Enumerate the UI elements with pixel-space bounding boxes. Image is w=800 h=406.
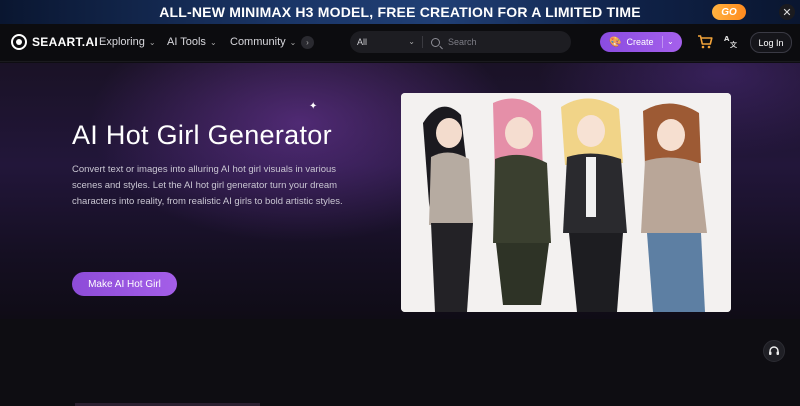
page-title: AI Hot Girl Generator	[72, 120, 332, 150]
chevron-down-icon: ⌄	[209, 37, 217, 47]
search-category-value: All	[357, 37, 368, 47]
svg-text:文: 文	[730, 40, 738, 48]
nav-item-label: AI Tools	[167, 36, 206, 48]
divider	[662, 36, 663, 48]
chevron-down-icon: ⌄	[408, 37, 415, 46]
hero-section: ✦ AI Hot Girl Generator Convert text or …	[0, 63, 800, 319]
nav-item-label: Community	[230, 36, 286, 48]
hero-description: Convert text or images into alluring AI …	[72, 164, 343, 207]
chevron-right-icon[interactable]: ›	[301, 36, 314, 49]
search-category-select[interactable]: All ⌄	[350, 37, 422, 47]
create-label: Create	[626, 37, 654, 47]
close-icon[interactable]: ✕	[779, 4, 795, 20]
chevron-down-icon[interactable]: ⌄	[667, 37, 674, 46]
search-icon	[431, 37, 440, 47]
search-bar: All ⌄	[350, 31, 571, 53]
promo-go-button[interactable]: GO	[712, 4, 746, 20]
nav-item-community[interactable]: Community ⌄	[230, 36, 296, 48]
chevron-down-icon: ⌄	[289, 37, 297, 47]
palette-icon: 🎨	[609, 36, 622, 48]
nav-item-label: Exploring	[99, 36, 145, 48]
sparkle-icon: ✦	[309, 101, 318, 112]
chevron-down-icon: ⌄	[148, 37, 156, 47]
divider	[422, 36, 423, 48]
translate-icon[interactable]: A文	[724, 34, 738, 51]
headset-icon[interactable]	[763, 340, 785, 362]
logo[interactable]: SEAART.AI	[11, 34, 98, 50]
promo-banner[interactable]: ALL-NEW MINIMAX H3 MODEL, FREE CREATION …	[0, 0, 800, 24]
create-button[interactable]: 🎨 Create ⌄	[600, 32, 682, 52]
login-button[interactable]: Log In	[750, 32, 792, 53]
top-nav: SEAART.AI Exploring ⌄ AI Tools ⌄ Communi…	[0, 24, 800, 62]
hero-image	[401, 93, 731, 312]
search-input[interactable]	[448, 37, 568, 47]
promo-text: ALL-NEW MINIMAX H3 MODEL, FREE CREATION …	[159, 4, 641, 20]
make-ai-hot-girl-button[interactable]: Make AI Hot Girl	[72, 272, 177, 296]
nav-item-ai-tools[interactable]: AI Tools ⌄	[167, 36, 217, 48]
logo-icon	[11, 34, 27, 50]
nav-item-exploring[interactable]: Exploring ⌄	[99, 36, 156, 48]
logo-text: SEAART.AI	[32, 35, 99, 49]
cart-icon[interactable]	[697, 35, 713, 52]
